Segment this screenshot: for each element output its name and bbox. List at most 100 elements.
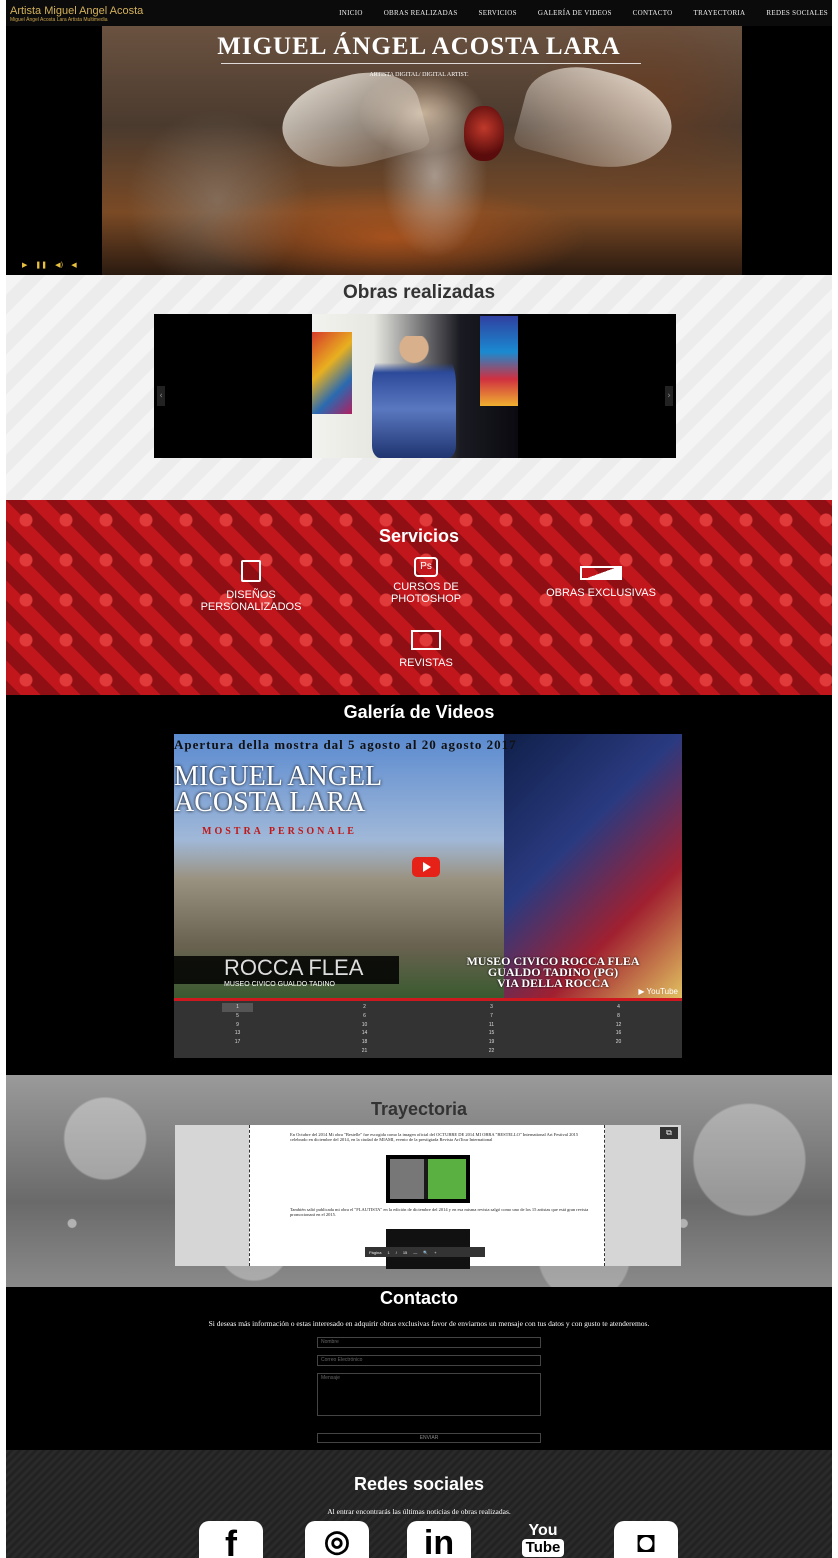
hero-divider bbox=[221, 63, 641, 64]
video-page-item[interactable]: 14 bbox=[301, 1029, 428, 1038]
email-field[interactable]: Correo Electrónico bbox=[317, 1355, 541, 1366]
trayectoria-section: Trayectoria En Octubre del 2014 Mi obra … bbox=[6, 1075, 832, 1287]
section-title-obras: Obras realizadas bbox=[342, 282, 496, 303]
volume-icon[interactable]: ◀) bbox=[55, 261, 63, 269]
nav-contacto[interactable]: CONTACTO bbox=[633, 9, 673, 17]
video-player[interactable]: Apertura della mostra dal 5 agosto al 20… bbox=[174, 734, 682, 998]
section-title-trayectoria: Trayectoria bbox=[370, 1099, 468, 1119]
facebook-icon[interactable]: f bbox=[199, 1521, 263, 1558]
zoom-icon[interactable]: 🔍 bbox=[423, 1250, 428, 1255]
page-total: 15 bbox=[402, 1249, 408, 1255]
prev-icon[interactable]: ◀ bbox=[71, 261, 76, 269]
instagram-icon[interactable]: ◘ bbox=[614, 1521, 678, 1558]
video-artist-name: MIGUEL ANGEL ACOSTA LARA bbox=[174, 763, 382, 818]
video-page-item[interactable]: 13 bbox=[174, 1029, 301, 1038]
nav-redes-sociales[interactable]: REDES SOCIALES bbox=[766, 9, 828, 17]
nav-galeria-videos[interactable]: GALERÍA DE VIDEOS bbox=[538, 9, 612, 17]
contacto-section: Contacto Si deseas más información o est… bbox=[6, 1287, 832, 1450]
video-page-item[interactable]: 10 bbox=[301, 1021, 428, 1030]
image-icon bbox=[580, 566, 622, 580]
video-rocca-subtitle: MUSEO CIVICO GUALDO TADINO bbox=[224, 981, 335, 988]
slide-artwork-right bbox=[480, 316, 518, 406]
nav-trayectoria[interactable]: TRAYECTORIA bbox=[694, 9, 746, 17]
youtube-logo[interactable]: ▶ YouTube bbox=[638, 987, 678, 996]
message-field[interactable]: Mensaje bbox=[317, 1373, 541, 1416]
page-current[interactable]: 1 bbox=[387, 1250, 389, 1255]
video-page-item[interactable]: 19 bbox=[428, 1038, 555, 1047]
hero-figure bbox=[464, 106, 504, 161]
service-obras-exclusivas[interactable]: OBRAS EXCLUSIVAS bbox=[521, 566, 681, 599]
video-banner-text: Apertura della mostra dal 5 agosto al 20… bbox=[174, 737, 517, 752]
section-title-contacto: Contacto bbox=[380, 1288, 458, 1308]
section-title-redes: Redes sociales bbox=[353, 1474, 485, 1494]
service-cursos[interactable]: Ps CURSOS DE PHOTOSHOP bbox=[371, 557, 481, 605]
nav-obras-realizadas[interactable]: OBRAS REALIZADAS bbox=[384, 9, 458, 17]
book-icon bbox=[241, 560, 261, 582]
section-title-videos: Galería de Videos bbox=[343, 702, 495, 722]
service-disenos[interactable]: DISEÑOS PERSONALIZADOS bbox=[176, 560, 326, 613]
slideshow-controls: ▶ ❚❚ ◀) ◀ bbox=[22, 261, 77, 269]
document-page: En Octubre del 2014 Mi obra "Bestelle" f… bbox=[249, 1125, 605, 1269]
zoom-in-icon[interactable]: + bbox=[434, 1250, 436, 1255]
linkedin-icon[interactable]: in bbox=[407, 1521, 471, 1558]
slider-next-button[interactable]: › bbox=[665, 386, 673, 406]
obras-slider[interactable]: ‹ › bbox=[154, 314, 676, 458]
pause-icon[interactable]: ❚❚ bbox=[35, 261, 47, 269]
videos-section: Galería de Videos Apertura della mostra … bbox=[6, 695, 832, 1075]
send-button[interactable]: ENVIAR bbox=[317, 1433, 541, 1443]
video-play-button[interactable] bbox=[412, 857, 440, 877]
video-page-grid: 1 2 3 4 5 6 7 8 9 10 11 12 13 14 15 16 1… bbox=[174, 1001, 682, 1058]
servicios-section: Servicios DISEÑOS PERSONALIZADOS Ps CURS… bbox=[6, 500, 832, 695]
slide-image bbox=[312, 314, 518, 458]
video-mostra-text: MOSTRA PERSONALE bbox=[202, 826, 357, 837]
video-page-item[interactable]: 17 bbox=[174, 1038, 301, 1047]
section-title-servicios: Servicios bbox=[378, 526, 460, 546]
site-brand[interactable]: Artista Miguel Angel Acosta bbox=[10, 5, 143, 17]
play-icon[interactable]: ▶ bbox=[22, 261, 27, 269]
video-rocca-logo: ROCCA FLEA bbox=[174, 956, 399, 984]
zoom-out-icon[interactable]: — bbox=[413, 1250, 417, 1255]
play-icon bbox=[423, 862, 431, 872]
youtube-icon[interactable]: You Tube bbox=[511, 1521, 575, 1558]
video-page-item[interactable]: 21 bbox=[301, 1047, 428, 1056]
video-page-item bbox=[555, 1047, 682, 1056]
youtube-you-text: You bbox=[528, 1522, 558, 1539]
monitor-icon bbox=[411, 630, 441, 650]
nav-servicios[interactable]: SERVICIOS bbox=[479, 9, 517, 17]
site-brand-subtitle: Miguel Ángel Acosta Lara Artista Multime… bbox=[10, 17, 108, 23]
nav-inicio[interactable]: INICIO bbox=[339, 9, 363, 17]
video-page-item[interactable]: 4 bbox=[555, 1003, 682, 1012]
obras-section: Obras realizadas ‹ › bbox=[6, 275, 832, 500]
youtube-tube-text: Tube bbox=[521, 1539, 565, 1557]
video-page-item[interactable]: 2 bbox=[301, 1003, 428, 1012]
video-page-item[interactable]: 18 bbox=[301, 1038, 428, 1047]
contacto-description: Si deseas más información o estas intere… bbox=[208, 1319, 650, 1328]
video-page-item[interactable]: 22 bbox=[428, 1047, 555, 1056]
video-page-item[interactable]: 11 bbox=[428, 1021, 555, 1030]
main-nav: INICIO OBRAS REALIZADAS SERVICIOS GALERÍ… bbox=[339, 9, 828, 17]
popout-icon[interactable]: ⧉ bbox=[660, 1127, 678, 1139]
document-viewer[interactable]: En Octubre del 2014 Mi obra "Bestelle" f… bbox=[175, 1125, 681, 1269]
hero-section: Artista Miguel Angel Acosta Miguel Ángel… bbox=[6, 0, 832, 275]
video-page-item[interactable]: 16 bbox=[555, 1029, 682, 1038]
video-page-item[interactable]: 7 bbox=[428, 1012, 555, 1021]
periscope-icon[interactable]: ◎ bbox=[305, 1521, 369, 1558]
video-page-item[interactable]: 20 bbox=[555, 1038, 682, 1047]
service-revistas[interactable]: REVISTAS bbox=[381, 630, 471, 669]
video-page-item[interactable]: 9 bbox=[174, 1021, 301, 1030]
service-label: OBRAS EXCLUSIVAS bbox=[546, 587, 656, 599]
hero-title: MIGUEL ÁNGEL ACOSTA LARA bbox=[217, 33, 621, 60]
name-field[interactable]: Nombre bbox=[317, 1337, 541, 1348]
video-page-item[interactable]: 3 bbox=[428, 1003, 555, 1012]
video-name-line: ACOSTA LARA bbox=[174, 787, 366, 818]
top-navbar: Artista Miguel Angel Acosta Miguel Ángel… bbox=[6, 0, 832, 26]
video-page-item bbox=[174, 1047, 301, 1056]
video-page-item[interactable]: 15 bbox=[428, 1029, 555, 1038]
video-page-item[interactable]: 5 bbox=[174, 1012, 301, 1021]
slider-prev-button[interactable]: ‹ bbox=[157, 386, 165, 406]
video-page-item[interactable]: 6 bbox=[301, 1012, 428, 1021]
video-page-item[interactable]: 8 bbox=[555, 1012, 682, 1021]
page-separator: / bbox=[395, 1249, 397, 1255]
video-page-item[interactable]: 12 bbox=[555, 1021, 682, 1030]
video-page-item[interactable]: 1 bbox=[222, 1003, 253, 1012]
